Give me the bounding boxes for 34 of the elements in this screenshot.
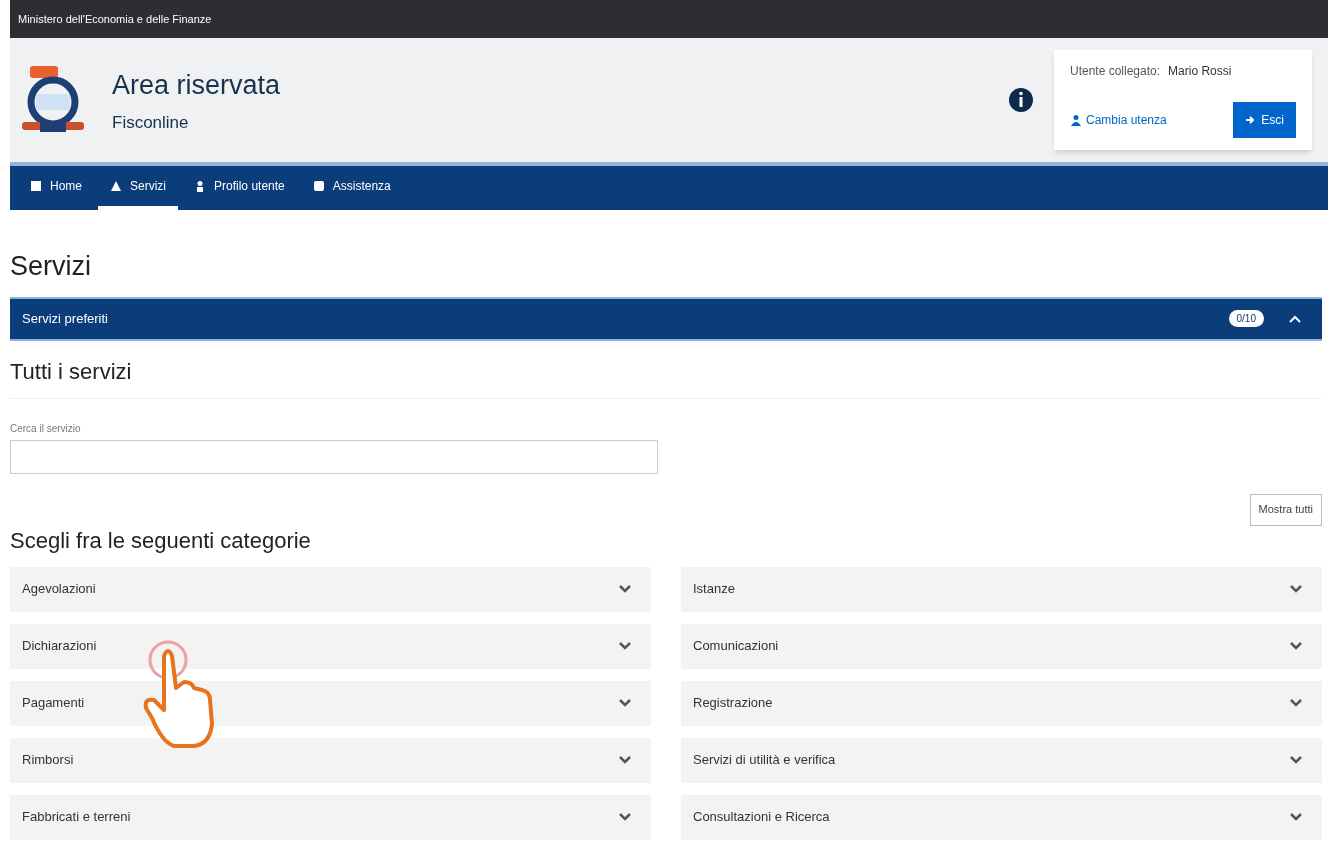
search-field[interactable] <box>10 439 658 474</box>
category-accordion[interactable]: Istanze <box>681 566 1322 612</box>
category-accordion[interactable]: Dichiarazioni <box>10 623 651 669</box>
section-title: Tutti i servizi <box>10 354 1322 399</box>
category-accordion[interactable]: Servizi di utilità e verifica <box>681 737 1322 783</box>
triangle-icon <box>110 180 122 192</box>
user-name: Mario Rossi <box>1168 63 1232 80</box>
category-accordion[interactable]: Agevolazioni <box>10 566 651 612</box>
category-accordion[interactable]: Consultazioni e Ricerca <box>681 794 1322 840</box>
user-icon <box>1070 114 1082 126</box>
app-title: Area riservata <box>112 69 281 102</box>
category-accordion[interactable]: Fabbricati e terreni <box>10 794 651 840</box>
user-label: Utente collegato: <box>1070 63 1161 80</box>
show-all-button[interactable]: Mostra tutti <box>1249 493 1322 526</box>
page-title: Servizi <box>10 250 92 283</box>
info-icon[interactable] <box>1008 87 1034 113</box>
nav-tab[interactable]: Home <box>18 166 94 210</box>
category-accordion[interactable]: Comunicazioni <box>681 623 1322 669</box>
change-user-link[interactable]: Cambia utenza <box>1070 111 1167 129</box>
favorites-accordion[interactable]: Servizi preferiti 0/10 <box>10 296 1322 341</box>
nav-tab[interactable]: Servizi <box>98 166 179 210</box>
square-icon <box>312 180 325 192</box>
square-icon <box>30 180 42 192</box>
app-subtitle: Fisconline <box>112 111 190 134</box>
ministry-name: Ministero dell'Economia e delle Finanze <box>18 11 212 27</box>
section-title: Scegli fra le seguenti categorie <box>10 526 312 555</box>
nav-tab[interactable]: Profilo utente <box>182 166 297 210</box>
category-accordion[interactable]: Registrazione <box>681 680 1322 726</box>
search-label: Cerca il servizio <box>10 421 82 436</box>
category-accordion[interactable]: Pagamenti <box>10 680 651 726</box>
count-badge: 0/10 <box>1228 310 1264 327</box>
nav-tab[interactable]: Assistenza <box>300 166 403 210</box>
logout-button[interactable]: Esci <box>1233 102 1296 138</box>
category-accordion[interactable]: Rimborsi <box>10 737 651 783</box>
